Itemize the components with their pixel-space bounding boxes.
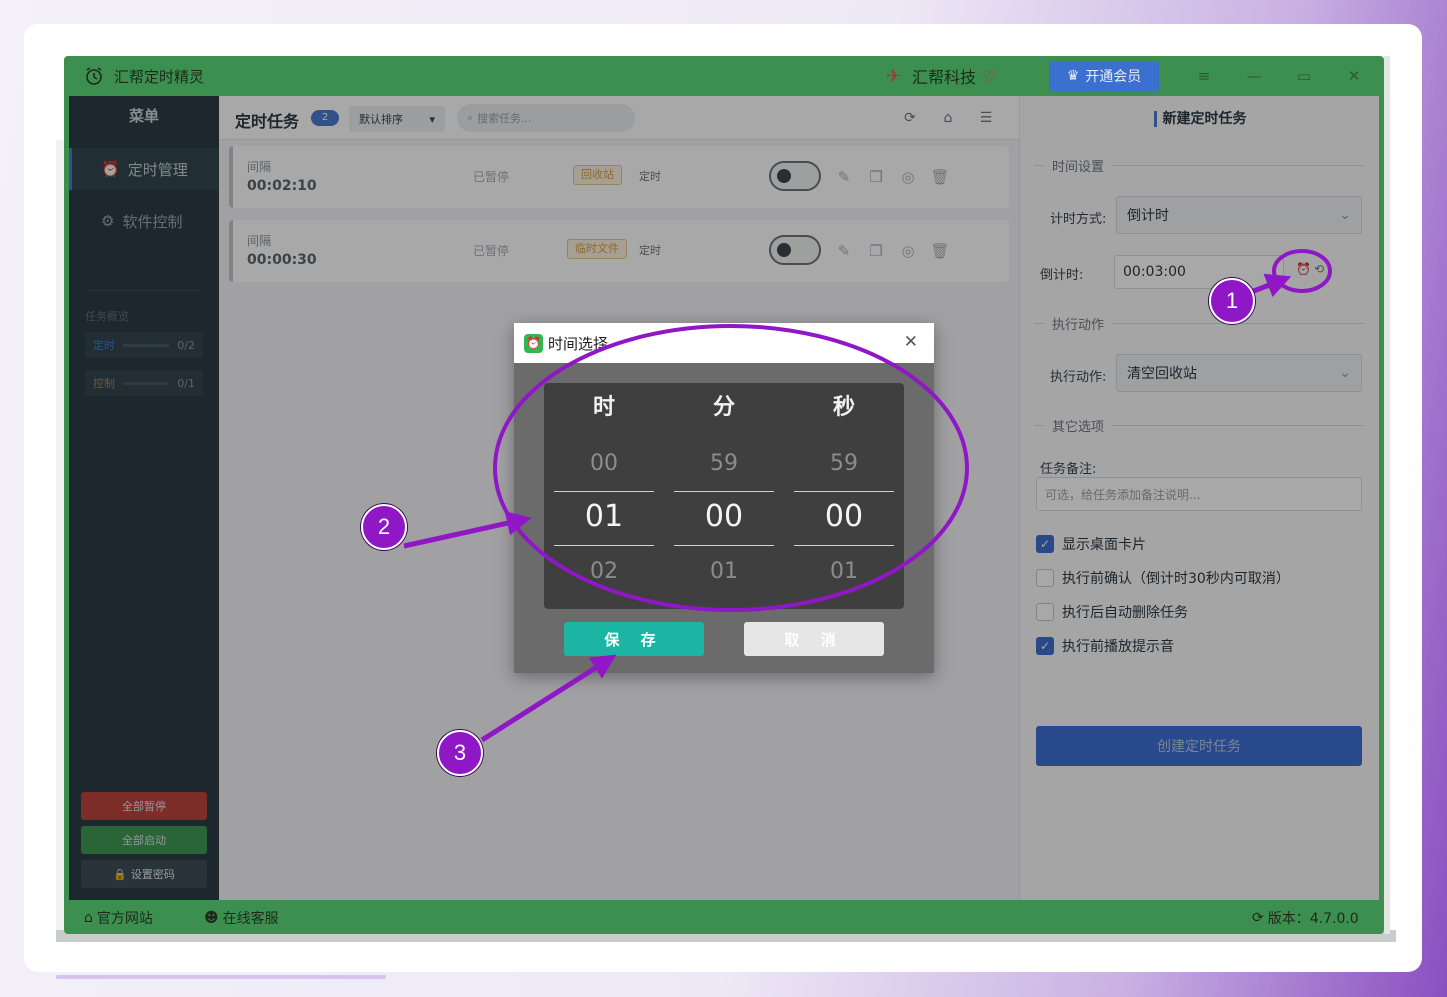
- annotation-number-3: 3: [437, 730, 483, 776]
- dialog-title: 时间选择: [548, 335, 609, 353]
- wheel-head: 秒: [832, 395, 855, 420]
- wheel-line: [794, 545, 894, 546]
- title-bar: 汇帮定时精灵 ✈ 汇帮科技 ♡ ♛ 开通会员 ≡ — ▭ ✕: [64, 56, 1384, 96]
- wheel-head: 分: [712, 395, 735, 420]
- app-title: 汇帮定时精灵: [114, 68, 205, 86]
- second-wheel[interactable]: 秒 59 00 01: [794, 383, 894, 609]
- brand-logo-icon: ✈: [886, 66, 902, 87]
- wheel-next[interactable]: 01: [794, 559, 894, 584]
- close-icon[interactable]: ✕: [904, 332, 918, 352]
- wheel-prev[interactable]: 59: [794, 451, 894, 476]
- version-info[interactable]: ⟳ 版本：4.7.0.0: [1252, 908, 1359, 928]
- minimize-icon[interactable]: —: [1244, 66, 1264, 86]
- wheel-head: 时: [592, 395, 615, 420]
- background-window-edge-left: [56, 140, 64, 930]
- wheel-line: [674, 545, 774, 546]
- vip-button-label: 开通会员: [1085, 69, 1142, 85]
- wheel-line: [794, 491, 894, 492]
- wheel-next[interactable]: 01: [674, 559, 774, 584]
- refresh-icon: ⟳: [1252, 910, 1264, 926]
- time-wheel: 时 00 01 02 分 59 00 01 秒 59 00 01: [544, 383, 904, 609]
- alarm-clock-icon: ⏰: [524, 334, 543, 353]
- annotation-number-1: 1: [1209, 278, 1255, 324]
- online-support-label: 在线客服: [222, 911, 279, 927]
- time-picker-dialog: ⏰ 时间选择 ✕ 时 00 01 02 分 59 00 01 秒 59 00 0…: [514, 323, 934, 673]
- wheel-prev[interactable]: 59: [674, 451, 774, 476]
- minute-wheel[interactable]: 分 59 00 01: [674, 383, 774, 609]
- crown-icon: ♛: [1066, 68, 1080, 84]
- wheel-prev[interactable]: 00: [554, 451, 654, 476]
- wheel-selected[interactable]: 00: [674, 499, 774, 534]
- vip-button[interactable]: ♛ 开通会员: [1049, 61, 1159, 91]
- save-button[interactable]: 保 存: [564, 622, 704, 656]
- hour-wheel[interactable]: 时 00 01 02: [554, 383, 654, 609]
- support-icon: ☻: [204, 910, 219, 926]
- official-website-link[interactable]: ⌂ 官方网站: [84, 908, 153, 928]
- brand-name: 汇帮科技: [912, 68, 977, 87]
- status-bar: ⌂ 官方网站 ☻ 在线客服 ⟳ 版本：4.7.0.0: [64, 900, 1384, 934]
- home-icon: ⌂: [84, 910, 93, 926]
- online-support-link[interactable]: ☻ 在线客服: [204, 908, 279, 928]
- wheel-selected[interactable]: 00: [794, 499, 894, 534]
- brand: ✈ 汇帮科技 ♡: [886, 64, 996, 88]
- wheel-selected[interactable]: 01: [554, 499, 654, 534]
- maximize-icon[interactable]: ▭: [1294, 66, 1314, 86]
- background-window-edge: [1384, 56, 1390, 934]
- frame-underline: [56, 975, 386, 979]
- menu-icon[interactable]: ≡: [1194, 66, 1214, 86]
- official-website-label: 官方网站: [96, 911, 153, 927]
- annotation-number-2: 2: [361, 504, 407, 550]
- cancel-button[interactable]: 取 消: [744, 622, 884, 656]
- alarm-clock-icon: [86, 67, 102, 85]
- wheel-line: [554, 491, 654, 492]
- close-icon[interactable]: ✕: [1344, 66, 1364, 86]
- wheel-line: [674, 491, 774, 492]
- dialog-title-bar: ⏰ 时间选择 ✕: [514, 323, 934, 363]
- heart-icon: ♡: [982, 66, 997, 86]
- wheel-line: [554, 545, 654, 546]
- wheel-next[interactable]: 02: [554, 559, 654, 584]
- version-label: 版本：4.7.0.0: [1267, 911, 1359, 927]
